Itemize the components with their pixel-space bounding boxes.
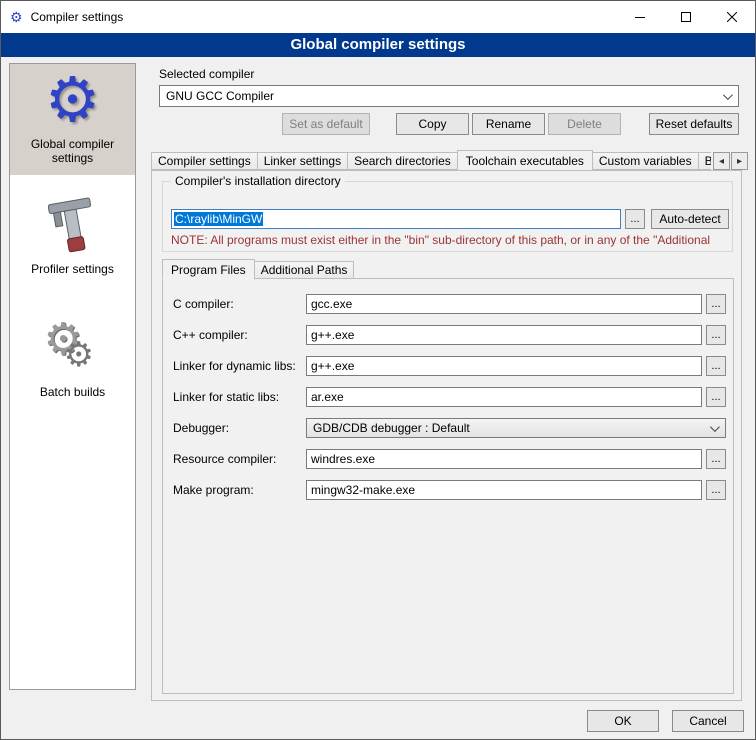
field-row: Debugger: GDB/CDB debugger : Default (163, 418, 733, 438)
installation-directory-group: Compiler's installation directory C:\ray… (162, 181, 733, 252)
selected-compiler-label: Selected compiler (159, 67, 254, 81)
sidebar-item-label: Global compiler settings (13, 137, 132, 165)
field-row: Resource compiler: ... (163, 449, 733, 469)
debugger-select[interactable]: GDB/CDB debugger : Default (306, 418, 726, 438)
tab-scroll-right-button[interactable]: ▸ (731, 152, 748, 170)
resource-compiler-label: Resource compiler: (173, 449, 276, 469)
settings-category-list: ⚙ Global compiler settings Profiler sett… (9, 63, 136, 690)
main-panel: Selected compiler GNU GCC Compiler Set a… (151, 63, 749, 703)
titlebar: ⚙ Compiler settings (1, 1, 755, 33)
rename-button[interactable]: Rename (472, 113, 545, 135)
tab-toolchain-executables[interactable]: Toolchain executables (457, 150, 593, 170)
minimize-icon (635, 12, 645, 22)
global-compiler-settings-icon: ⚙ (45, 70, 101, 132)
tab-custom-variables[interactable]: Custom variables (592, 152, 699, 170)
installation-directory-value: C:\raylib\MinGW (174, 212, 263, 226)
c-compiler-label: C compiler: (173, 294, 234, 314)
resource-compiler-input[interactable] (306, 449, 702, 469)
ok-button[interactable]: OK (587, 710, 659, 732)
executables-subtabs: Program Files Additional Paths (162, 258, 353, 279)
close-icon (727, 12, 737, 22)
field-row: Linker for dynamic libs: ... (163, 356, 733, 376)
page-title: Global compiler settings (1, 33, 755, 57)
linker-static-input[interactable] (306, 387, 702, 407)
cpp-compiler-label: C++ compiler: (173, 325, 248, 345)
window-title: Compiler settings (31, 10, 124, 24)
close-button[interactable] (709, 1, 755, 33)
reset-defaults-button[interactable]: Reset defaults (649, 113, 739, 135)
subtab-additional-paths[interactable]: Additional Paths (254, 261, 355, 279)
delete-button[interactable]: Delete (548, 113, 621, 135)
tab-search-directories[interactable]: Search directories (347, 152, 458, 170)
copy-button[interactable]: Copy (396, 113, 469, 135)
linker-dynamic-label: Linker for dynamic libs: (173, 356, 296, 376)
tab-linker-settings[interactable]: Linker settings (257, 152, 348, 170)
set-as-default-button[interactable]: Set as default (282, 113, 370, 135)
linker-static-browse-button[interactable]: ... (706, 387, 726, 407)
maximize-icon (681, 12, 691, 22)
debugger-value: GDB/CDB debugger : Default (313, 421, 470, 435)
sidebar-item-global-compiler-settings[interactable]: ⚙ Global compiler settings (10, 64, 135, 175)
make-program-browse-button[interactable]: ... (706, 480, 726, 500)
c-compiler-browse-button[interactable]: ... (706, 294, 726, 314)
selected-compiler-value: GNU GCC Compiler (166, 89, 274, 103)
linker-dynamic-browse-button[interactable]: ... (706, 356, 726, 376)
compiler-settings-window: ⚙ Compiler settings Global compiler sett… (0, 0, 756, 740)
make-program-input[interactable] (306, 480, 702, 500)
field-row: C compiler: ... (163, 294, 733, 314)
batch-builds-icon: ⚙ ⚙ (42, 318, 104, 380)
app-icon: ⚙ (10, 10, 23, 24)
chevron-down-icon (723, 90, 733, 100)
make-program-label: Make program: (173, 480, 254, 500)
toolchain-executables-panel: Compiler's installation directory C:\ray… (151, 170, 742, 701)
installation-directory-browse-button[interactable]: ... (625, 209, 645, 229)
maximize-button[interactable] (663, 1, 709, 33)
compiler-tabs: Compiler settings Linker settings Search… (151, 149, 711, 170)
resource-compiler-browse-button[interactable]: ... (706, 449, 726, 469)
chevron-down-icon (710, 422, 720, 432)
sidebar-item-batch-builds[interactable]: ⚙ ⚙ Batch builds (10, 312, 135, 409)
selected-compiler-dropdown[interactable]: GNU GCC Compiler (159, 85, 739, 107)
installation-directory-group-label: Compiler's installation directory (171, 174, 345, 188)
installation-note: NOTE: All programs must exist either in … (171, 233, 729, 247)
c-compiler-input[interactable] (306, 294, 702, 314)
auto-detect-button[interactable]: Auto-detect (651, 209, 729, 229)
sidebar-item-label: Profiler settings (31, 262, 114, 276)
field-row: Make program: ... (163, 480, 733, 500)
tab-build-options[interactable]: Build (698, 152, 711, 170)
cancel-button[interactable]: Cancel (672, 710, 744, 732)
tab-compiler-settings[interactable]: Compiler settings (151, 152, 258, 170)
sidebar-item-label: Batch builds (40, 385, 105, 399)
linker-static-label: Linker for static libs: (173, 387, 279, 407)
tab-scroll-left-button[interactable]: ◂ (713, 152, 730, 170)
field-row: C++ compiler: ... (163, 325, 733, 345)
cpp-compiler-input[interactable] (306, 325, 702, 345)
subtab-program-files[interactable]: Program Files (162, 259, 255, 280)
window-controls (617, 1, 755, 33)
field-row: Linker for static libs: ... (163, 387, 733, 407)
cpp-compiler-browse-button[interactable]: ... (706, 325, 726, 345)
installation-directory-input[interactable]: C:\raylib\MinGW (171, 209, 621, 229)
program-files-panel: C compiler: ... C++ compiler: ... Linker… (162, 278, 734, 694)
linker-dynamic-input[interactable] (306, 356, 702, 376)
minimize-button[interactable] (617, 1, 663, 33)
debugger-label: Debugger: (173, 418, 229, 438)
sidebar-item-profiler-settings[interactable]: Profiler settings (10, 189, 135, 286)
profiler-settings-icon (48, 195, 98, 257)
